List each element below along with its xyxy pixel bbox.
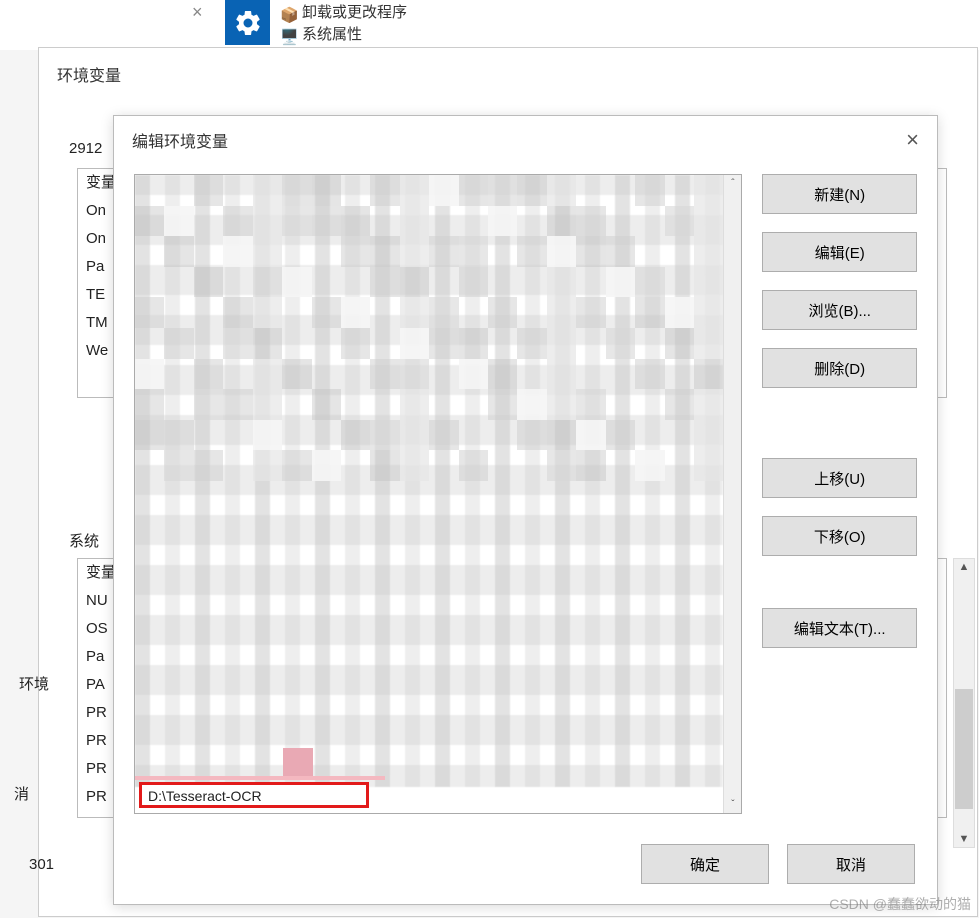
background-window xyxy=(0,0,979,50)
highlighted-path-entry[interactable]: D:\Tesseract-OCR xyxy=(139,782,369,808)
env-dialog-title: 环境变量 xyxy=(39,48,977,100)
background-links: 📦卸载或更改程序 🖥️系统属性 xyxy=(280,2,407,46)
close-icon[interactable]: × xyxy=(192,2,203,23)
system-section-label: 系统 xyxy=(69,530,99,551)
edit-text-button[interactable]: 编辑文本(T)... xyxy=(762,608,917,648)
edit-dialog-title: 编辑环境变量 xyxy=(132,128,228,152)
dialog-footer-buttons: 确定 取消 xyxy=(641,844,915,884)
scroll-thumb[interactable] xyxy=(955,689,973,809)
number-301: 301 xyxy=(29,856,54,873)
close-icon[interactable]: × xyxy=(906,132,919,148)
watermark-text: CSDN @蠢蠢欲动的猫 xyxy=(829,894,971,914)
pink-underline xyxy=(135,776,385,780)
edit-dialog-titlebar: 编辑环境变量 × xyxy=(114,116,937,164)
browse-button[interactable]: 浏览(B)... xyxy=(762,290,917,330)
scroll-up-icon[interactable]: ▲ xyxy=(957,559,972,575)
move-down-button[interactable]: 下移(O) xyxy=(762,516,917,556)
move-up-button[interactable]: 上移(U) xyxy=(762,458,917,498)
pink-pixel-block xyxy=(283,748,313,776)
delete-button[interactable]: 删除(D) xyxy=(762,348,917,388)
list-scrollbar[interactable]: ˆ ˇ xyxy=(723,175,741,813)
user-section-label: 2912 xyxy=(69,140,102,157)
scroll-down-icon[interactable]: ˇ xyxy=(728,796,737,813)
scroll-up-icon[interactable]: ˆ xyxy=(728,175,737,192)
edit-env-var-dialog: 编辑环境变量 × xyxy=(113,115,938,905)
edit-button[interactable]: 编辑(E) xyxy=(762,232,917,272)
cancel-partial-text: 消 xyxy=(14,783,29,804)
cancel-button[interactable]: 取消 xyxy=(787,844,915,884)
button-column: 新建(N) 编辑(E) 浏览(B)... 删除(D) 上移(U) 下移(O) 编… xyxy=(762,174,917,814)
path-values-list[interactable]: D:\Tesseract-OCR ˆ ˇ xyxy=(134,174,742,814)
pixel-overlay xyxy=(135,175,723,787)
new-button[interactable]: 新建(N) xyxy=(762,174,917,214)
gear-icon xyxy=(225,0,270,45)
scroll-down-icon[interactable]: ▼ xyxy=(957,831,972,847)
scrollbar[interactable]: ▲ ▼ xyxy=(953,558,975,848)
env-side-label: 环境 xyxy=(19,673,49,694)
bg-link-uninstall[interactable]: 📦卸载或更改程序 xyxy=(280,2,407,24)
ok-button[interactable]: 确定 xyxy=(641,844,769,884)
bg-link-sysprops[interactable]: 🖥️系统属性 xyxy=(280,24,407,46)
